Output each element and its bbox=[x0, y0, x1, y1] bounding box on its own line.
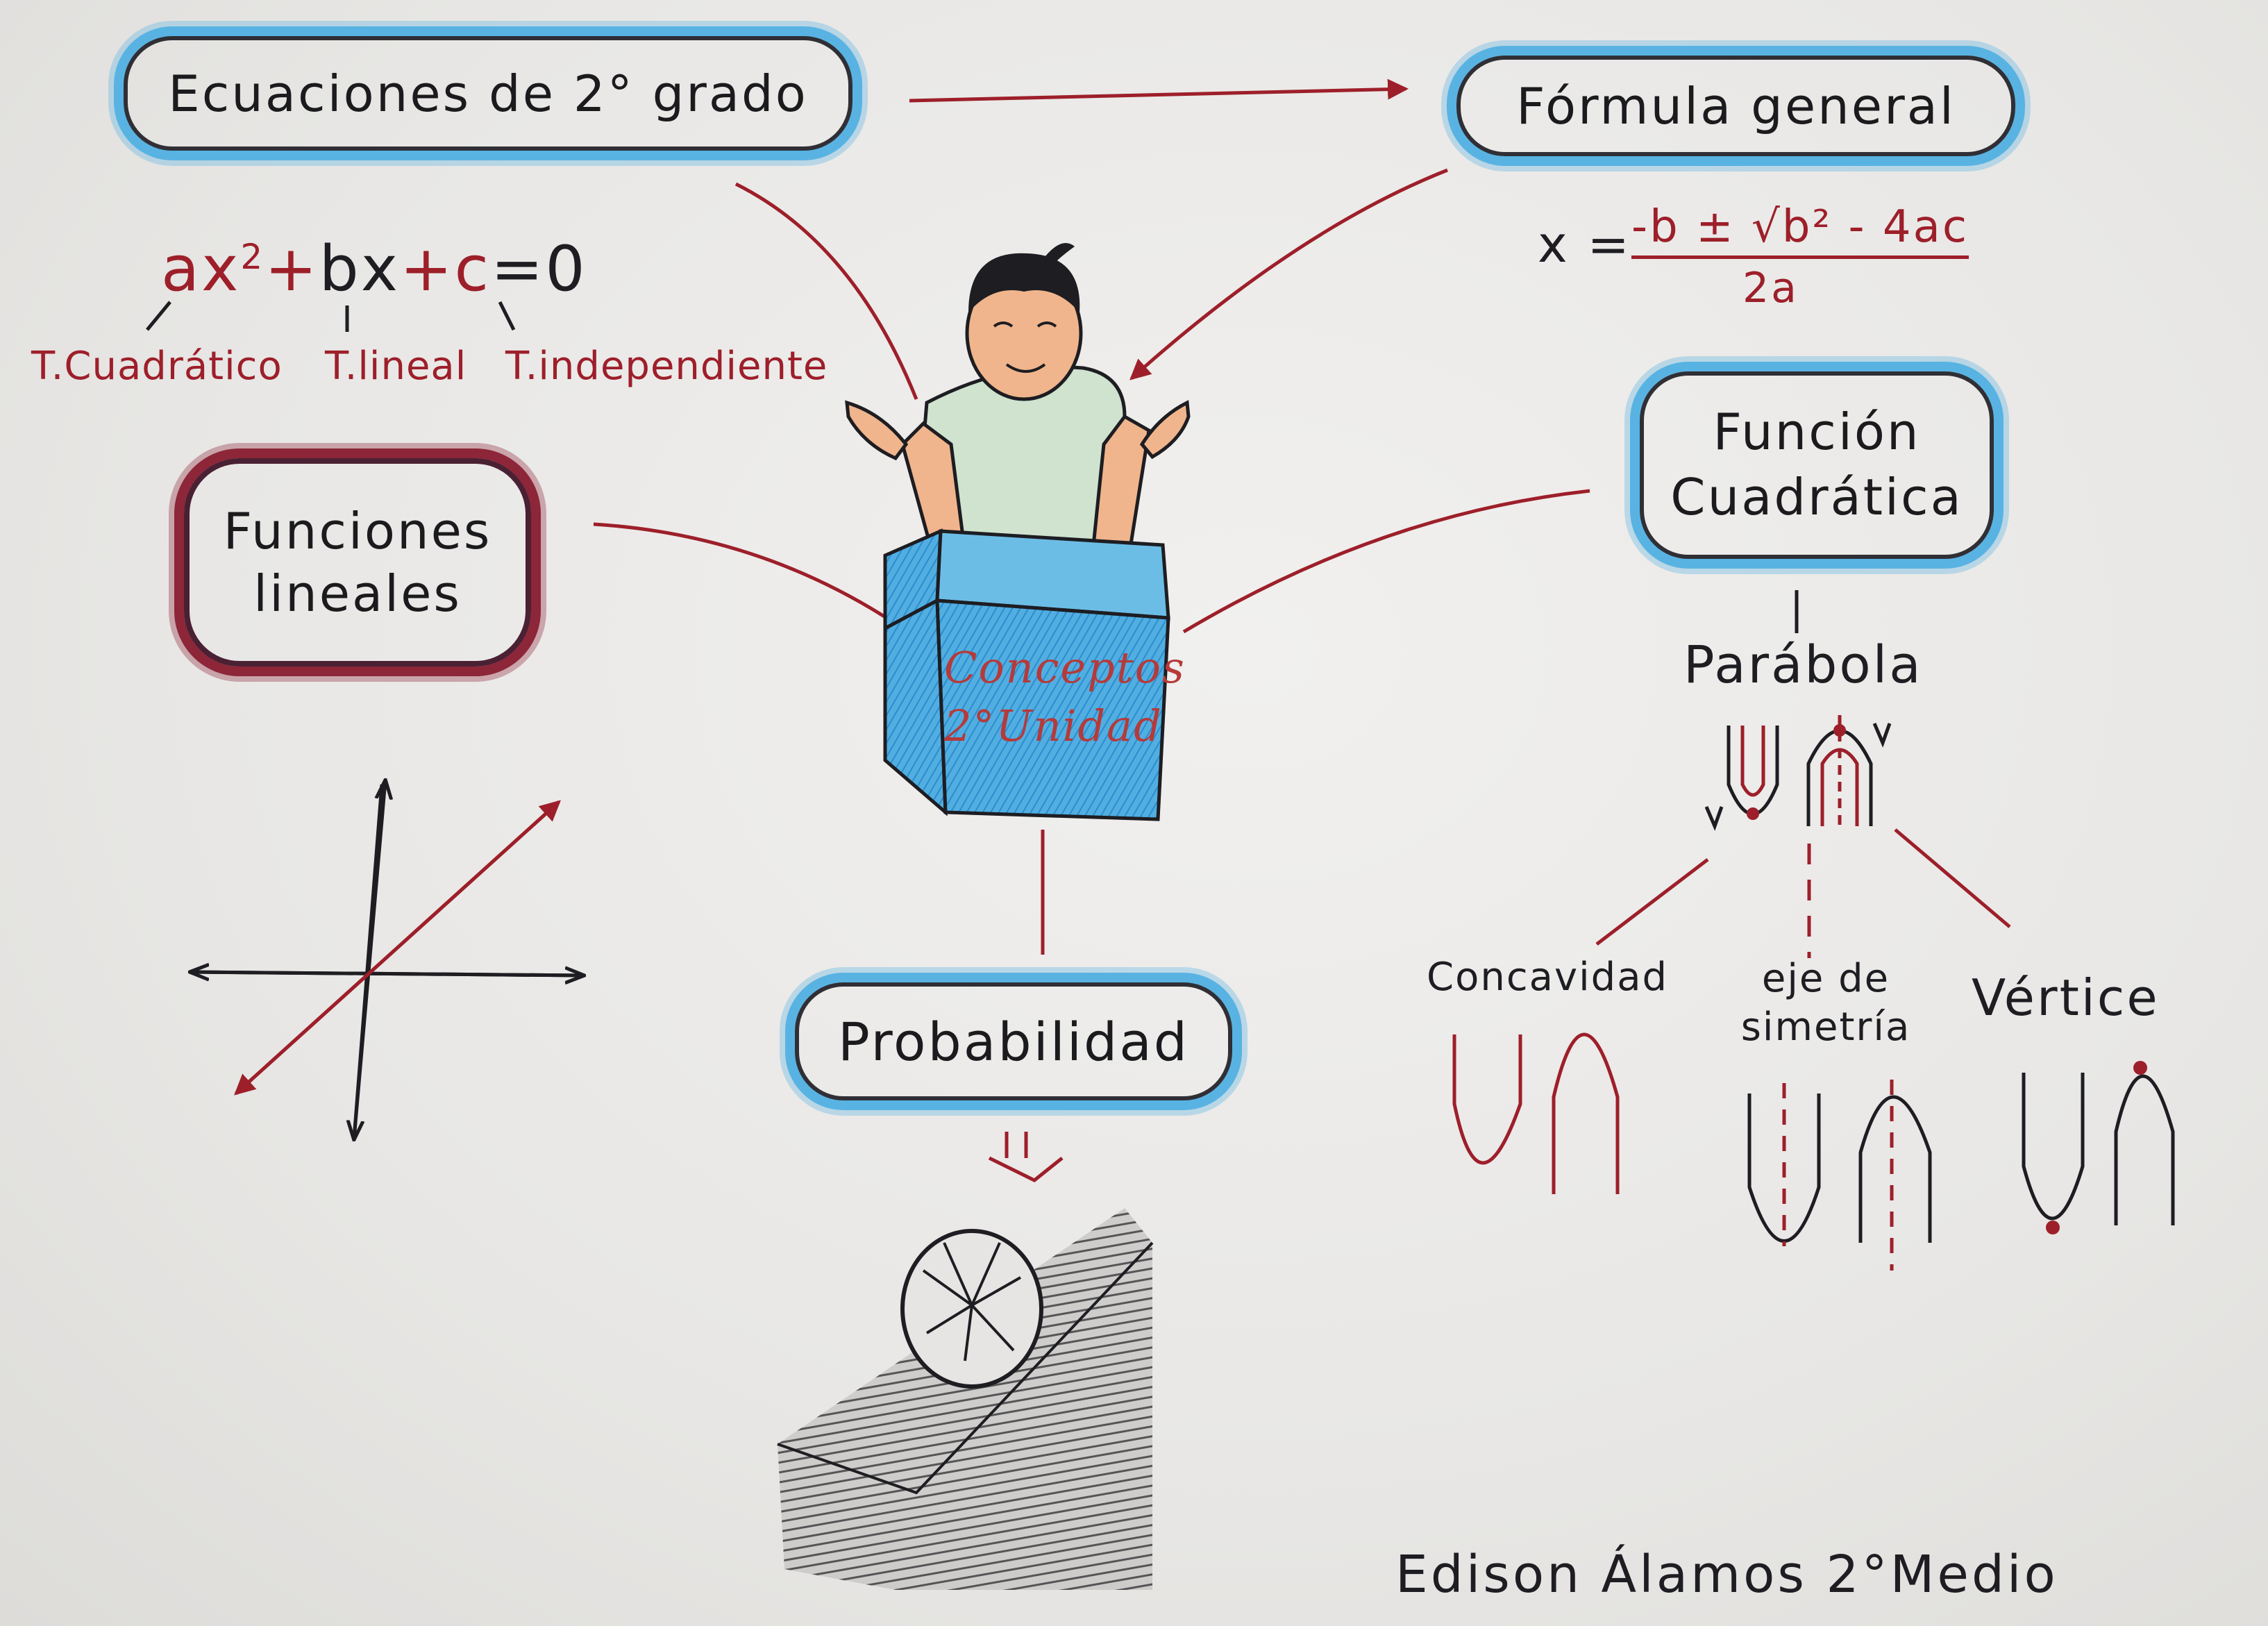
term-lineal: T.lineal bbox=[325, 344, 467, 389]
symmetry-axis-parabola-icon bbox=[1747, 1080, 1932, 1271]
center-node-label: Conceptos 2°Unidad bbox=[944, 639, 1186, 755]
node-formula-general: Fórmula general bbox=[1456, 56, 2015, 156]
eq-plus-2: + bbox=[400, 233, 455, 305]
concept-vertice: Vértice bbox=[1972, 969, 2160, 1027]
center-node-line1: Conceptos bbox=[944, 642, 1186, 693]
cartesian-axes-icon bbox=[191, 781, 583, 1139]
node-ecuaciones-segundo-grado: Ecuaciones de 2° grado bbox=[124, 36, 852, 151]
eq-x: x bbox=[360, 233, 401, 305]
center-node-line2: 2°Unidad bbox=[944, 700, 1163, 751]
node-probabilidad-label: Probabilidad bbox=[837, 1010, 1190, 1073]
link-lineales-center bbox=[593, 522, 904, 630]
person-shrug-icon bbox=[845, 243, 1191, 585]
node-funciones-lineales-line2: lineales bbox=[253, 564, 462, 623]
node-formula-general-label: Fórmula general bbox=[1516, 76, 1956, 135]
eq-equals-zero: =0 bbox=[490, 233, 587, 305]
node-funcion-cuadratica-line1: Función bbox=[1713, 403, 1921, 462]
parabola-icon bbox=[1704, 715, 1892, 831]
eq-exponent: 2 bbox=[240, 237, 265, 277]
eq-b: b bbox=[319, 233, 361, 305]
eq-ax: ax bbox=[161, 233, 241, 305]
vertex-parabola-icon bbox=[2022, 1061, 2175, 1234]
node-funcion-cuadratica-line2: Cuadrática bbox=[1670, 468, 1963, 526]
concept-map-page: Ecuaciones de 2° grado Fórmula general F… bbox=[0, 0, 2268, 1626]
node-probabilidad: Probabilidad bbox=[795, 982, 1232, 1100]
link-ecuaciones-formula bbox=[909, 78, 1409, 103]
eq-plus-1: + bbox=[264, 233, 319, 305]
concavity-parabola-icon bbox=[1452, 1032, 1620, 1194]
node-funciones-lineales-line1: Funciones bbox=[223, 502, 492, 560]
concept-eje-simetria-label: eje de simetría bbox=[1740, 956, 1911, 1050]
concept-eje-simetria: eje de simetría bbox=[1715, 955, 1937, 1052]
term-independiente: T.independiente bbox=[505, 344, 828, 389]
quadratic-equation: ax2+bx+c=0 bbox=[161, 233, 587, 305]
link-formula-center bbox=[1129, 168, 1448, 380]
node-funciones-lineales: Funciones lineales bbox=[184, 458, 531, 667]
link-parabola-concavidad bbox=[1595, 858, 1709, 946]
formula-denominator: 2a bbox=[1742, 264, 1799, 312]
node-funcion-cuadratica: Función Cuadrática bbox=[1640, 371, 1994, 559]
ball-icon bbox=[777, 1208, 1154, 1590]
concept-concavidad: Concavidad bbox=[1427, 955, 1669, 1000]
link-cuadratica-center bbox=[1182, 489, 1590, 634]
term-cuadratico: T.Cuadrático bbox=[31, 344, 283, 389]
signature: Edison Álamos 2°Medio bbox=[1395, 1545, 2058, 1604]
formula-numerator: -b ± √b² - 4ac bbox=[1631, 201, 1969, 259]
node-ecuaciones-label: Ecuaciones de 2° grado bbox=[168, 64, 808, 123]
parabola-title: Parábola bbox=[1683, 635, 1923, 695]
link-parabola-vertice bbox=[1894, 828, 2011, 928]
formula-lhs: x = bbox=[1538, 215, 1631, 274]
double-down-arrow-icon bbox=[988, 1132, 1064, 1182]
eq-c: c bbox=[454, 233, 491, 305]
